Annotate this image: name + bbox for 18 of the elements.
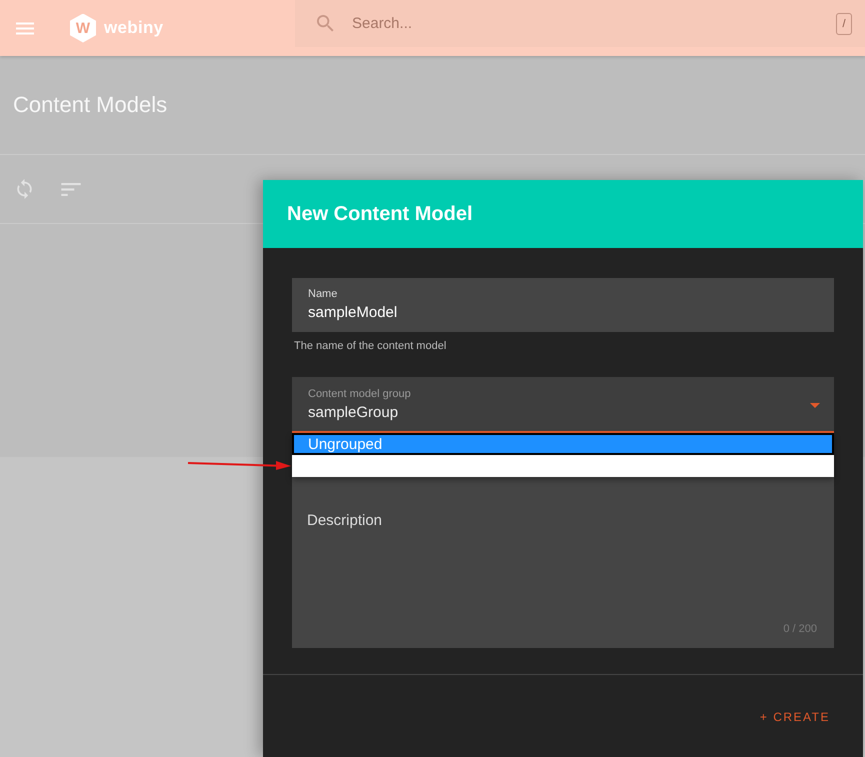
dropdown-option[interactable] [292, 455, 834, 477]
dropdown-option[interactable]: Ungrouped [292, 433, 834, 455]
caret-icon [810, 402, 820, 408]
field-value: sampleModel [308, 304, 398, 322]
helper-text: The name of the content model [294, 340, 446, 353]
shortcut-key: / [836, 13, 852, 35]
refresh-icon[interactable] [17, 179, 32, 199]
sort-icon[interactable] [61, 182, 81, 196]
page-title: Content Models [13, 92, 168, 118]
create-button[interactable]: + CREATE [752, 702, 838, 732]
select-value: sampleGroup [308, 404, 398, 422]
field-label: Content model group [308, 386, 411, 400]
field-label: Name [308, 287, 338, 301]
field-label: Description [307, 512, 382, 530]
dialog-title: New Content Model [287, 202, 473, 226]
search-icon [317, 15, 334, 32]
menu-icon[interactable] [16, 22, 34, 34]
text-field[interactable]: Name sampleModel [292, 278, 834, 332]
